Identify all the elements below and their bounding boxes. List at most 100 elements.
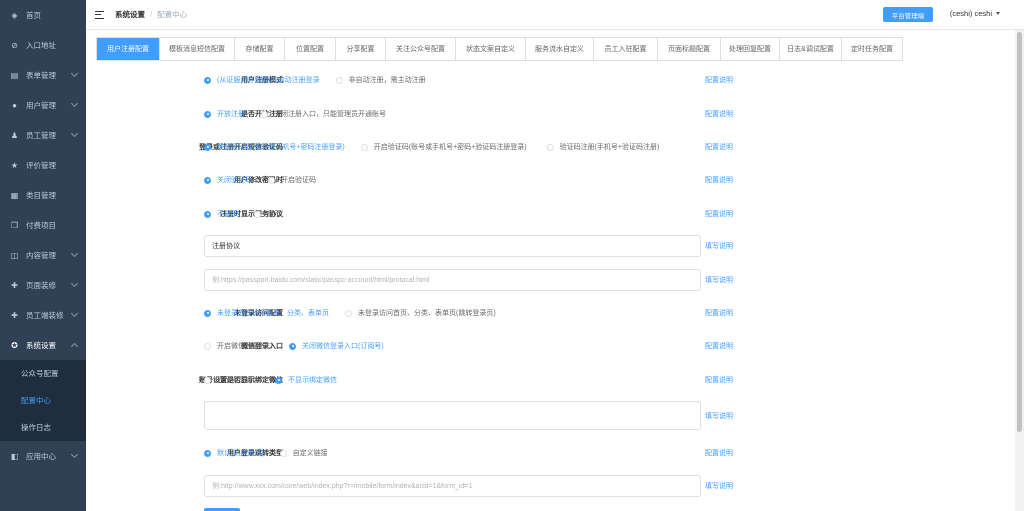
tab-10[interactable]: 处理回复配置 [721,38,780,60]
tab-0[interactable]: 用户注册配置 [97,38,160,60]
radio-option[interactable]: 非自动注册，需主动注册 [335,75,426,85]
help-link[interactable]: 配置说明 [705,441,733,465]
radio-dot[interactable] [204,176,211,184]
tab-2[interactable]: 存储配置 [235,38,285,60]
radio-dot[interactable] [289,342,296,350]
sidebar-item-5[interactable]: ★ 评价管理 [0,150,86,180]
textarea-field[interactable] [204,401,701,430]
radio-dot[interactable] [275,376,282,384]
sidebar-item-3[interactable]: ● 用户管理 [0,90,86,120]
radio-option[interactable]: 未登录允许访问首页、分类、表单页 [204,308,329,318]
radio-dot[interactable] [254,210,261,218]
radio-dot[interactable] [279,449,287,457]
radio-option[interactable]: (从证服务号)微信内自动注册登录 [204,75,320,85]
page-scrollbar[interactable] [1015,30,1024,511]
scrollbar-thumb[interactable] [1017,32,1022,432]
user-menu[interactable]: (ceshi) ceshi [950,9,1000,18]
text-field[interactable] [204,269,701,291]
sidebar-item-app-center[interactable]: ◧ 应用中心 [0,441,86,471]
radio-label: 开启验证码(账号或手机号+密码+验证码注册登录) [373,144,527,151]
radio-dot[interactable] [204,110,211,118]
sidebar-item-7[interactable]: ❐ 付费项目 [0,210,86,240]
text-field[interactable] [204,235,701,257]
radio-option[interactable]: 开启微信登录入口 [204,341,273,351]
breadcrumb-system-settings[interactable]: 系统设置 [115,9,145,20]
main-content: 用户注册配置 模板消息短信配置 存储配置 位置配置 分享配置 关注公众号配置 状态文案自定义… [86,30,1015,511]
sidebar-item-4[interactable]: ♟ 员工管理 [0,120,86,150]
radio-option[interactable]: 显示 [254,209,281,219]
sidebar-item-2[interactable]: ▤ 表单管理 [0,60,86,90]
help-link[interactable]: 配置说明 [705,135,733,159]
tab-11[interactable]: 日志&调试配置 [780,38,842,60]
radio-option[interactable]: 开放注册 [204,109,245,119]
submenu-item-0[interactable]: 公众号配置 [0,360,86,387]
radio-option[interactable]: 不显示绑定微信 [275,375,337,385]
copy-icon: ❐ [10,220,19,230]
tab-8[interactable]: 员工入驻配置 [594,38,658,60]
tab-3[interactable]: 位置配置 [285,38,336,60]
help-link[interactable]: 配置说明 [705,68,733,92]
sidebar-item-10[interactable]: ✚ 员工端装修 [0,300,86,330]
tab-7[interactable]: 服务流水自定义 [526,38,594,60]
radio-label: 验证码注册(手机号+验证码注册) [559,144,660,151]
help-link[interactable]: 配置说明 [705,102,733,126]
form-row-6: 注册协议链接地址填写说明 [86,268,1015,292]
form-row-3: 用户修改密码时 关闭验证码 开启验证码 配置说明 [86,168,1015,192]
radio-option[interactable]: 默认(用户首页) [204,448,264,458]
tab-12[interactable]: 定时任务配置 [842,38,902,60]
radio-option[interactable]: 未登录访问首页、分类、表单页(跳转登录页) [345,308,496,318]
radio-option[interactable]: 关闭微信登录入口(订阅号) [289,341,384,351]
sidebar-item-0[interactable]: ◈ 首页 [0,0,86,30]
tab-4[interactable]: 分享配置 [336,38,386,60]
tab-5[interactable]: 关注公众号配置 [386,38,456,60]
help-link[interactable]: 配置说明 [705,301,733,325]
submenu-item-2[interactable]: 操作日志 [0,414,86,441]
sidebar-item-11[interactable]: ✪ 系统设置 [0,330,86,360]
help-link[interactable]: 配置说明 [705,368,733,392]
radio-dot[interactable] [204,210,211,218]
help-link[interactable]: 配置说明 [705,168,733,192]
radio-dot[interactable] [204,376,211,384]
user-name: (ceshi) ceshi [949,9,992,18]
config-tabs: 用户注册配置 模板消息短信配置 存储配置 位置配置 分享配置 关注公众号配置 状态文案自定义… [96,37,903,61]
radio-group: 不显示 显示 [204,202,301,226]
sidebar-item-1[interactable]: ⊘ 入口地址 [0,30,86,60]
radio-dot[interactable] [204,309,211,317]
radio-option[interactable]: 显示绑定微信 [204,375,259,385]
radio-dot[interactable] [546,143,554,151]
radio-option[interactable]: 自定义链接 [279,448,328,458]
radio-dot[interactable] [345,309,352,317]
help-link[interactable]: 配置说明 [705,334,733,358]
tab-6[interactable]: 状态文案自定义 [456,38,526,60]
help-link[interactable]: 配置说明 [705,202,733,226]
radio-dot[interactable] [268,176,275,184]
radio-option[interactable]: 关闭验证码 [204,175,252,185]
radio-option[interactable]: 验证码注册(手机号+验证码注册) [546,142,660,152]
radio-option[interactable]: 关闭注册入口，只能管理员开通账号 [261,109,386,119]
text-field[interactable] [204,475,701,497]
staff-icon: ♟ [10,130,19,140]
sidebar-item-9[interactable]: ✚ 页面装修 [0,270,86,300]
tab-9[interactable]: 页面标题配置 [658,38,721,60]
help-link[interactable]: 填写说明 [705,234,733,258]
radio-dot[interactable] [261,110,268,118]
radio-dot[interactable] [204,449,211,457]
radio-option[interactable]: 关闭验证码(账号或手机号+密码注册登录) [204,142,345,152]
radio-dot[interactable] [204,342,211,350]
help-link[interactable]: 填写说明 [705,474,733,498]
help-link[interactable]: 填写说明 [705,401,733,430]
radio-dot[interactable] [204,143,211,151]
platform-admin-button[interactable]: 平台管理端 [883,7,933,22]
radio-option[interactable]: 开启验证码 [268,175,316,185]
help-link[interactable]: 填写说明 [705,268,733,292]
radio-dot[interactable] [335,76,343,84]
radio-option[interactable]: 开启验证码(账号或手机号+密码+验证码注册登录) [360,142,527,152]
menu-toggle-icon[interactable] [95,10,104,19]
radio-dot[interactable] [204,76,211,84]
radio-dot[interactable] [360,143,368,151]
submenu-item-1[interactable]: 配置中心 [0,387,86,414]
tab-1[interactable]: 模板消息短信配置 [160,38,235,60]
sidebar-item-8[interactable]: ◫ 内容管理 [0,240,86,270]
sidebar-item-6[interactable]: ▦ 类目管理 [0,180,86,210]
radio-option[interactable]: 不显示 [204,209,238,219]
